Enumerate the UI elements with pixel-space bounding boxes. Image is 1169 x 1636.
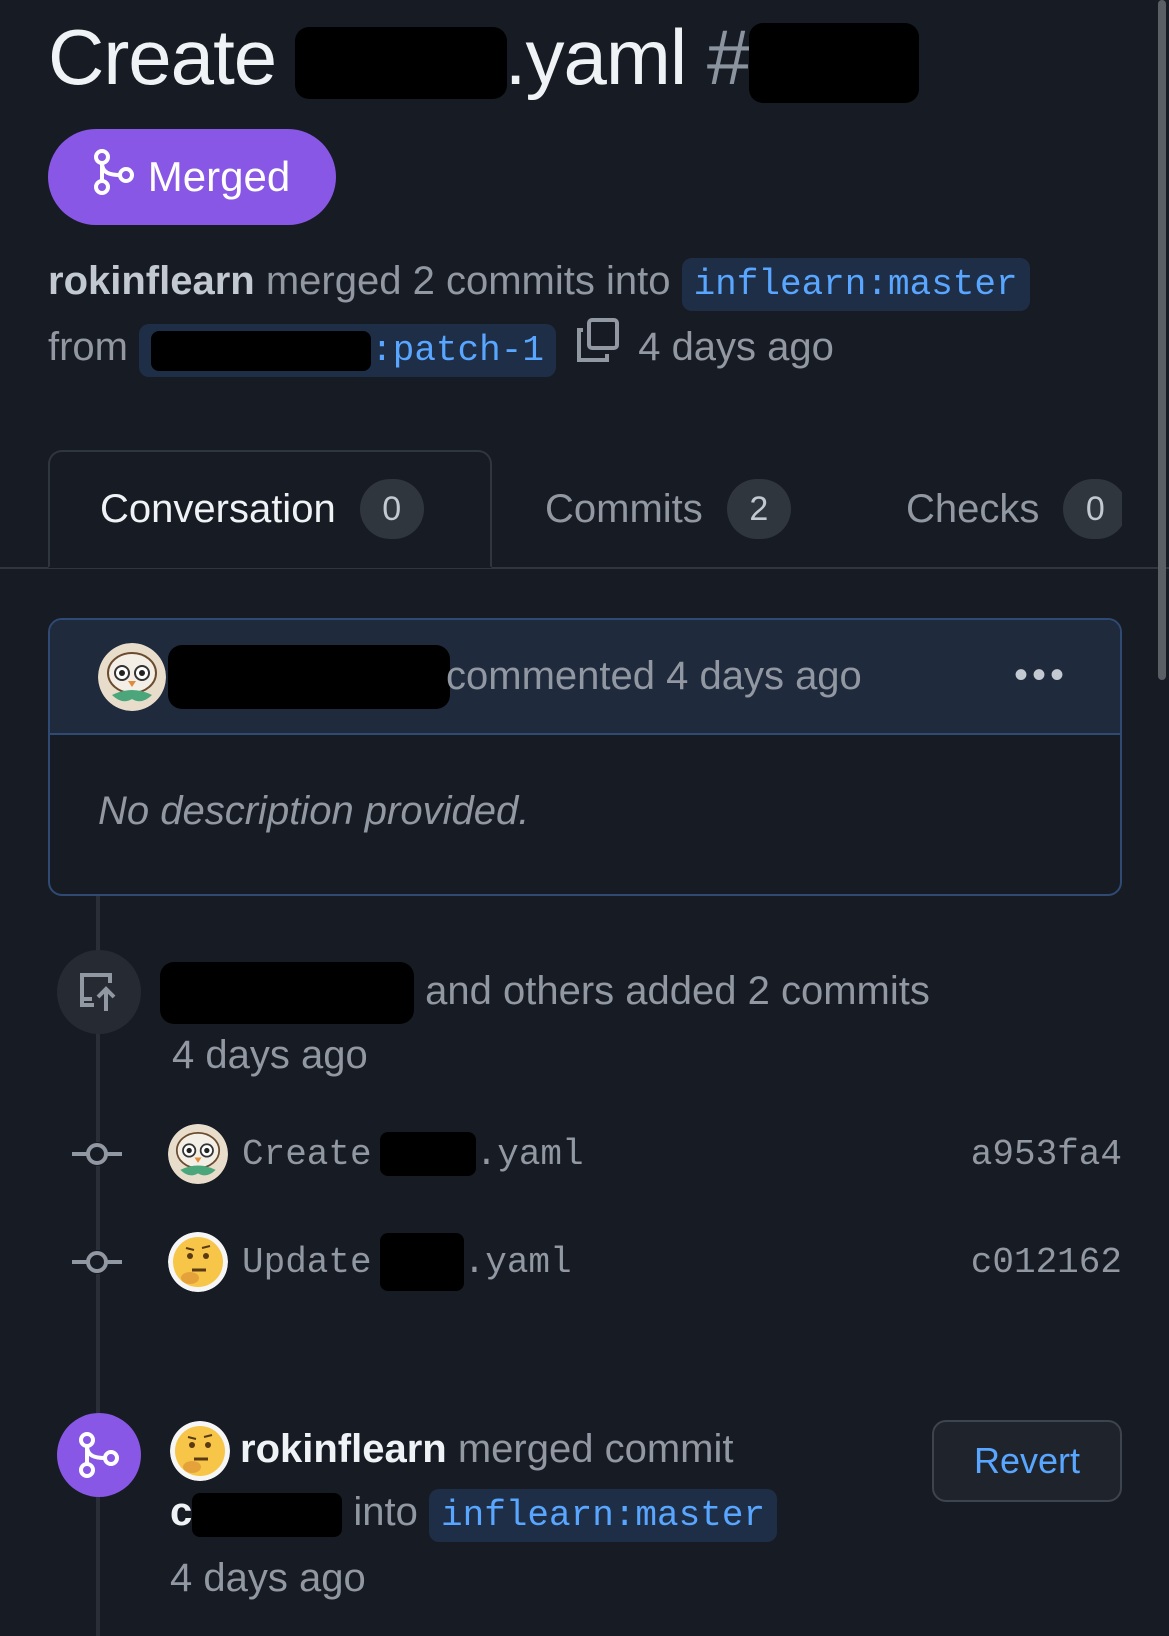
merge-event-text: merged commit	[457, 1427, 734, 1471]
merge-event: rokinflearn merged commit c into inflear…	[170, 1418, 778, 1610]
git-commit-icon	[72, 1142, 122, 1166]
tab-counter: 0	[1063, 479, 1122, 539]
merged-label: Merged	[147, 153, 291, 200]
tab-commits[interactable]: Commits 2	[545, 450, 791, 568]
redacted-commenter	[168, 644, 450, 709]
commit-row[interactable]: Update .yaml c012162	[72, 1226, 1122, 1298]
owl-avatar[interactable]	[168, 1124, 228, 1184]
copy-icon[interactable]	[573, 316, 621, 383]
tab-conversation[interactable]: Conversation 0	[48, 450, 492, 568]
owl-avatar[interactable]	[98, 642, 166, 711]
tab-label: Conversation	[100, 486, 336, 531]
pr-title: Create .yaml #	[48, 12, 920, 104]
redacted-pr-number	[749, 23, 920, 104]
scrollbar-thumb[interactable]	[1158, 0, 1166, 680]
merge-summary: merged 2 commits into	[265, 259, 671, 303]
head-branch[interactable]: :patch-1	[139, 324, 556, 378]
redacted-merge-commit	[192, 1492, 343, 1537]
git-commit-icon	[72, 1250, 122, 1274]
pr-number-hash: #	[706, 13, 750, 101]
tab-checks[interactable]: Checks 0	[906, 450, 1122, 568]
into-label: into	[353, 1490, 418, 1535]
redacted-committer	[160, 962, 414, 1025]
commit-file-suffix: .yaml	[475, 1133, 584, 1175]
description-comment: commented 4 days ago ••• No description …	[48, 618, 1122, 896]
merge-commit-prefix[interactable]: c	[170, 1490, 192, 1534]
tab-counter: 2	[726, 479, 791, 539]
thinking-face-avatar[interactable]	[170, 1421, 230, 1482]
git-merge-icon	[57, 1413, 141, 1497]
head-branch-suffix: :patch-1	[371, 330, 544, 372]
comment-action: commented 4 days ago	[446, 654, 862, 698]
commits-added-event: and others added 2 commits 4 days ago	[160, 960, 930, 1087]
repo-push-icon	[57, 950, 141, 1034]
pr-meta: rokinflearn merged 2 commits into inflea…	[48, 250, 1138, 383]
merged-state-badge: Merged	[48, 129, 336, 225]
pr-title-prefix: Create	[48, 13, 277, 101]
commit-file-suffix: .yaml	[463, 1241, 572, 1283]
commit-message[interactable]: Update .yaml	[242, 1233, 572, 1291]
tab-counter: 0	[359, 479, 424, 539]
commit-message[interactable]: Create .yaml	[242, 1132, 584, 1176]
tab-label: Commits	[545, 486, 703, 531]
thinking-face-avatar[interactable]	[168, 1232, 228, 1292]
pr-title-suffix: .yaml	[504, 13, 687, 101]
redacted-commit-file	[379, 1132, 476, 1176]
merge-username[interactable]: rokinflearn	[240, 1427, 447, 1471]
commit-row[interactable]: Create .yaml a953fa4	[72, 1118, 1122, 1190]
merge-target-branch[interactable]: inflearn:master	[429, 1489, 778, 1543]
scrollbar[interactable]	[1155, 0, 1169, 685]
commits-added-text: and others added 2 commits	[425, 969, 930, 1013]
merged-time: 4 days ago	[638, 325, 834, 370]
comment-header: commented 4 days ago •••	[50, 620, 1120, 735]
commit-sha[interactable]: a953fa4	[971, 1134, 1122, 1175]
tab-label: Checks	[906, 486, 1040, 531]
commits-added-time: 4 days ago	[172, 1033, 368, 1078]
commit-verb: Create	[242, 1133, 372, 1175]
redacted-commit-file	[379, 1233, 464, 1291]
redacted-filename	[294, 27, 507, 100]
base-branch[interactable]: inflearn:master	[681, 258, 1030, 311]
from-label: from	[48, 325, 128, 370]
kebab-menu-icon[interactable]: •••	[1014, 655, 1068, 695]
comment-body: No description provided.	[98, 789, 530, 833]
redacted-head-owner	[151, 330, 372, 371]
commit-verb: Update	[242, 1241, 372, 1283]
revert-button[interactable]: Revert	[932, 1420, 1122, 1502]
commit-sha[interactable]: c012162	[971, 1242, 1122, 1283]
git-merge-icon	[93, 149, 134, 205]
merger-username[interactable]: rokinflearn	[48, 259, 255, 303]
merge-event-time: 4 days ago	[170, 1556, 366, 1601]
